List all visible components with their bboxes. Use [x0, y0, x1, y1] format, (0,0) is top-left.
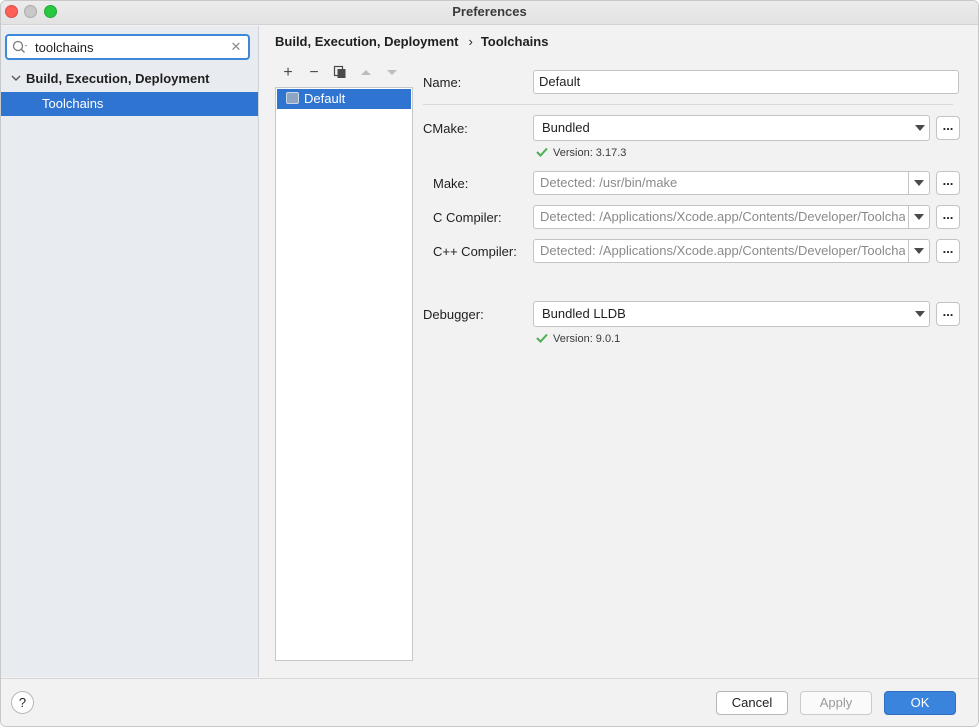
title-bar: Preferences: [1, 1, 978, 25]
move-down-button[interactable]: [384, 65, 400, 81]
debugger-select[interactable]: Bundled LLDB: [533, 301, 930, 327]
toolchain-icon: [286, 92, 299, 104]
list-item-default[interactable]: Default: [277, 89, 411, 109]
breadcrumb-separator: ›: [468, 34, 473, 49]
remove-toolchain-button[interactable]: −: [306, 65, 322, 81]
cmake-select-value: Bundled: [542, 120, 590, 135]
move-up-icon: [361, 70, 371, 75]
make-field[interactable]: Detected: /usr/bin/make: [533, 171, 930, 195]
debugger-version-text: Version: 9.0.1: [553, 333, 621, 345]
move-up-button[interactable]: [358, 65, 374, 81]
name-label: Name:: [423, 75, 462, 90]
dropdown-arrow-icon[interactable]: [908, 172, 929, 194]
copy-icon: [333, 65, 346, 78]
make-browse-button[interactable]: ...: [936, 171, 960, 195]
chevron-down-icon[interactable]: [10, 72, 22, 84]
cmake-browse-button[interactable]: ...: [936, 116, 960, 140]
make-label: Make:: [433, 176, 469, 191]
settings-sidebar: ✕ Build, Execution, Deployment Toolchain…: [1, 26, 259, 677]
toolchain-name-field[interactable]: Default: [533, 70, 959, 94]
cmake-version: Version: 3.17.3: [536, 147, 626, 159]
cmake-version-text: Version: 3.17.3: [553, 147, 627, 159]
dropdown-arrow-icon[interactable]: [915, 311, 925, 317]
add-toolchain-button[interactable]: +: [280, 65, 296, 81]
toolchain-list[interactable]: Default: [275, 87, 413, 661]
c-compiler-field-value: Detected: /Applications/Xcode.app/Conten…: [540, 209, 905, 224]
make-field-value: Detected: /usr/bin/make: [540, 175, 678, 190]
debugger-select-value: Bundled LLDB: [542, 306, 626, 321]
settings-main-panel: Build, Execution, Deployment › Toolchains …: [260, 26, 978, 677]
copy-toolchain-button[interactable]: [332, 65, 348, 81]
dropdown-arrow-icon[interactable]: [915, 125, 925, 131]
search-input[interactable]: [35, 40, 225, 55]
breadcrumb: Build, Execution, Deployment › Toolchains: [275, 34, 548, 49]
check-icon: [536, 333, 548, 343]
cmake-select[interactable]: Bundled: [533, 115, 930, 141]
cpp-compiler-browse-button[interactable]: ...: [936, 239, 960, 263]
breadcrumb-section[interactable]: Build, Execution, Deployment: [275, 34, 458, 49]
preferences-window: Preferences ✕ Build, Execution, Deployme…: [0, 0, 979, 727]
clear-search-icon[interactable]: ✕: [230, 39, 242, 55]
cmake-label: CMake:: [423, 121, 468, 136]
cpp-compiler-field[interactable]: Detected: /Applications/Xcode.app/Conten…: [533, 239, 930, 263]
debugger-browse-button[interactable]: ...: [936, 302, 960, 326]
tree-item-build-execution-deployment[interactable]: Build, Execution, Deployment: [1, 68, 258, 90]
c-compiler-label: C Compiler:: [433, 210, 502, 225]
tree-item-label: Toolchains: [42, 96, 104, 111]
c-compiler-field[interactable]: Detected: /Applications/Xcode.app/Conten…: [533, 205, 930, 229]
check-icon: [536, 147, 548, 157]
toolchain-list-toolbar: + −: [276, 63, 413, 85]
divider: [423, 104, 953, 105]
apply-button[interactable]: Apply: [800, 691, 872, 715]
dropdown-arrow-icon[interactable]: [908, 206, 929, 228]
settings-search-box[interactable]: ✕: [5, 34, 250, 60]
breadcrumb-page: Toolchains: [480, 34, 549, 49]
debugger-version: Version: 9.0.1: [536, 333, 620, 345]
help-button[interactable]: ?: [11, 691, 34, 714]
tree-item-label: Build, Execution, Deployment: [26, 71, 210, 86]
dropdown-arrow-icon[interactable]: [908, 240, 929, 262]
debugger-label: Debugger:: [423, 307, 484, 322]
c-compiler-browse-button[interactable]: ...: [936, 205, 960, 229]
cancel-button[interactable]: Cancel: [716, 691, 788, 715]
tree-item-toolchains[interactable]: Toolchains: [1, 92, 258, 116]
search-icon: [12, 40, 27, 53]
list-item-label: Default: [304, 91, 346, 106]
window-title: Preferences: [452, 4, 527, 19]
cpp-compiler-label: C++ Compiler:: [433, 244, 517, 259]
move-down-icon: [387, 70, 397, 75]
ok-button[interactable]: OK: [884, 691, 956, 715]
dialog-button-bar: ? Cancel Apply OK: [1, 678, 978, 726]
cpp-compiler-field-value: Detected: /Applications/Xcode.app/Conten…: [540, 243, 905, 258]
